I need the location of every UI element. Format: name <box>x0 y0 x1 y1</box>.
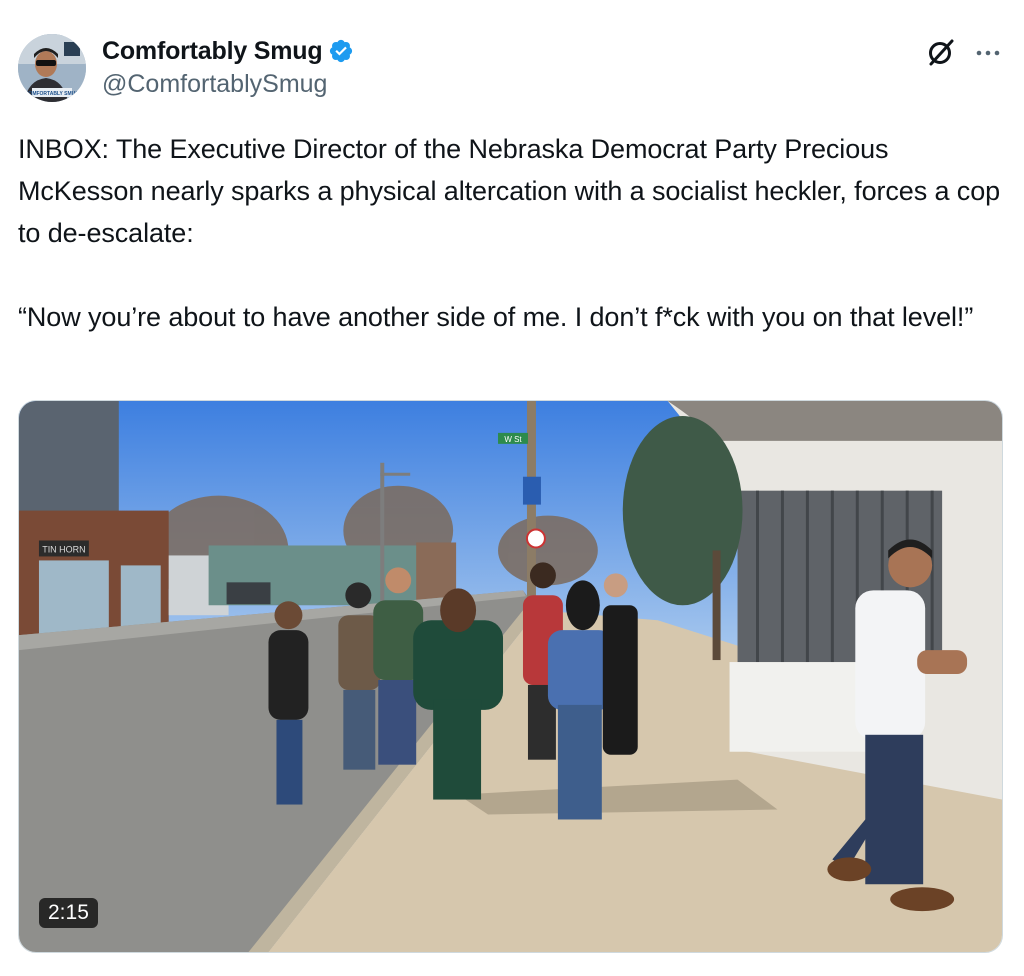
avatar-label: COMFORTABLY SMUG <box>25 91 79 97</box>
author-name-row[interactable]: Comfortably Smug <box>102 34 354 68</box>
tweet-quote: “Now you’re about to have another side o… <box>18 302 974 332</box>
tweet[interactable]: COMFORTABLY SMUG Comfortably Smug @Comfo… <box>0 0 1024 976</box>
verified-badge-icon <box>328 38 354 64</box>
avatar-image: COMFORTABLY SMUG <box>18 34 86 102</box>
tweet-paragraph: INBOX: The Executive Director of the Neb… <box>18 134 1001 248</box>
street-sign: W St <box>504 435 522 444</box>
video-duration: 2:15 <box>39 898 98 928</box>
more-icon[interactable] <box>972 36 1004 68</box>
store-sign: TIN HORN <box>42 544 85 554</box>
avatar[interactable]: COMFORTABLY SMUG <box>18 34 86 102</box>
tweet-text: INBOX: The Executive Director of the Neb… <box>18 128 1003 338</box>
display-name[interactable]: Comfortably Smug <box>102 37 323 66</box>
video-thumbnail: TIN HORN W St <box>19 401 1002 952</box>
video-player[interactable]: TIN HORN W St 2:15 <box>18 400 1003 953</box>
grok-icon[interactable] <box>925 36 957 68</box>
author-handle[interactable]: @ComfortablySmug <box>102 70 327 99</box>
